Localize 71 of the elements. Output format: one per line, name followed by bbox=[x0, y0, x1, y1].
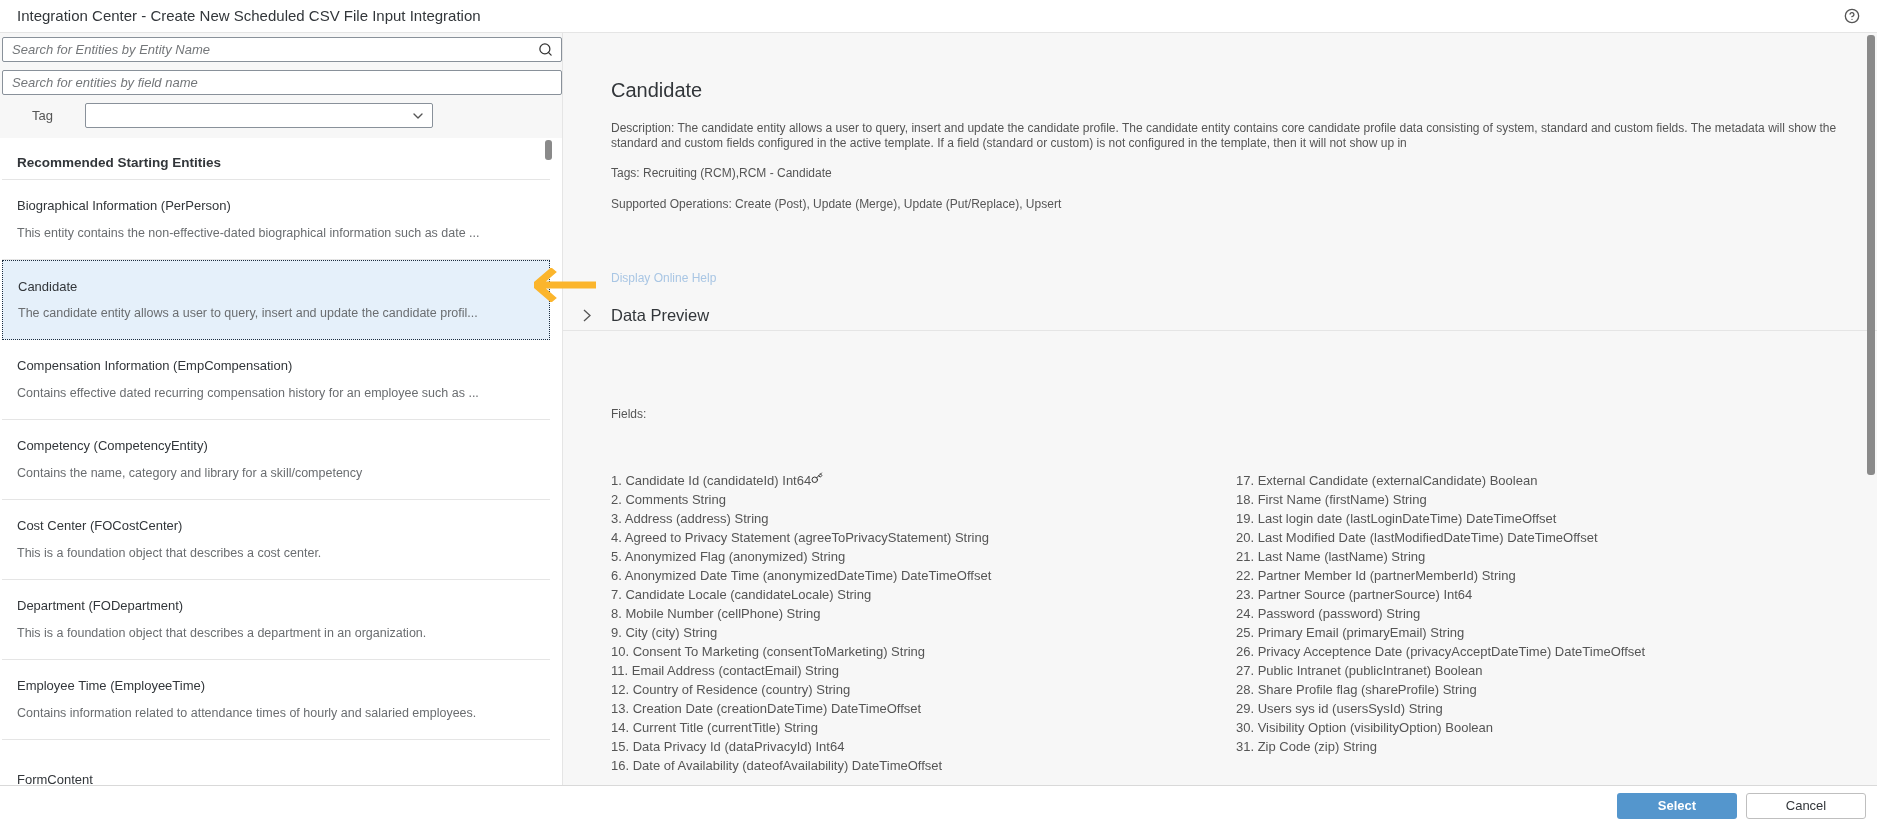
entity-list-item[interactable]: Cost Center (FOCostCenter) This is a foundation object that describes a cost center. bbox=[2, 500, 550, 580]
entity-name: Department (FODepartment) bbox=[17, 597, 185, 616]
field-entry: 18. First Name (firstName) String bbox=[1236, 490, 1427, 509]
field-entry: 6. Anonymized Date Time (anonymizedDateTime) DateTimeOffset bbox=[611, 566, 992, 585]
entity-description: This is a foundation object that describes a cost center. bbox=[17, 544, 323, 562]
entity-title: Candidate bbox=[611, 78, 704, 103]
entity-description: The candidate entity allows a user to query, insert and update the candidate profil... bbox=[18, 305, 479, 323]
field-entry: 9. City (city) String bbox=[611, 623, 718, 642]
field-entry: 14. Current Title (currentTitle) String bbox=[611, 718, 818, 737]
field-entry: 11. Email Address (contactEmail) String bbox=[611, 661, 840, 680]
field-entry: 1. Candidate Id (candidateId) Int64 bbox=[611, 471, 812, 490]
field-entry: 2. Comments String bbox=[611, 490, 726, 509]
entity-search-field[interactable]: Search for Entities by Entity Name bbox=[2, 37, 562, 62]
field-entry: 24. Password (password) String bbox=[1236, 604, 1421, 623]
entity-name: FormContent bbox=[17, 770, 94, 785]
field-entry: 27. Public Intranet (publicIntranet) Boolean bbox=[1236, 661, 1483, 680]
entity-description: Contains the name, category and library for a skill/competency bbox=[17, 464, 364, 482]
entity-list-item[interactable]: Competency (CompetencyEntity) Contains the name, category and library for a skill/competency bbox=[2, 420, 550, 500]
field-entry: 25. Primary Email (primaryEmail) String bbox=[1236, 623, 1465, 642]
entity-description: Contains effective dated recurring compensation history for an employee such as ... bbox=[17, 384, 480, 402]
field-entry: 13. Creation Date (creationDateTime) DateTimeOffset bbox=[611, 699, 922, 718]
scrollbar-thumb[interactable] bbox=[545, 140, 552, 160]
field-entry: 15. Data Privacy Id (dataPrivacyId) Int64 bbox=[611, 737, 845, 756]
fields-label: Fields: bbox=[611, 407, 647, 421]
field-entry: 22. Partner Member Id (partnerMemberId) String bbox=[1236, 566, 1516, 585]
field-entry: 31. Zip Code (zip) String bbox=[1236, 737, 1377, 756]
field-entry: 28. Share Profile flag (shareProfile) String bbox=[1236, 680, 1477, 699]
field-entry: 30. Visibility Option (visibilityOption) Boolean bbox=[1236, 718, 1493, 737]
field-search-field[interactable]: Search for entities by field name bbox=[2, 70, 562, 95]
entity-list-item[interactable]: Candidate The candidate entity allows a user to query, insert and update the candidate profil... bbox=[2, 260, 550, 340]
section-heading: Recommended Starting Entities bbox=[17, 153, 222, 172]
tag-dropdown[interactable] bbox=[85, 103, 433, 128]
entity-name: Biographical Information (PerPerson) bbox=[17, 197, 232, 216]
field-entry: 4. Agreed to Privacy Statement (agreeToPrivacyStatement) String bbox=[611, 528, 989, 547]
window-title: Integration Center - Create New Scheduled CSV File Input Integration bbox=[17, 5, 481, 26]
field-entry: 3. Address (address) String bbox=[611, 509, 769, 528]
field-entry: 19. Last login date (lastLoginDateTime) DateTimeOffset bbox=[1236, 509, 1557, 528]
entity-description: This entity contains the non-effective-dated biographical information such as date ... bbox=[17, 224, 481, 242]
supported-operations: Supported Operations: Create (Post), Update (Merge), Update (Put/Replace), Upsert bbox=[611, 196, 1063, 213]
entity-name: Competency (CompetencyEntity) bbox=[17, 437, 209, 456]
field-entry: 17. External Candidate (externalCandidate) Boolean bbox=[1236, 471, 1538, 490]
field-entry: 12. Country of Residence (country) String bbox=[611, 680, 851, 699]
entity-name: Compensation Information (EmpCompensation) bbox=[17, 357, 294, 376]
field-entry: 16. Date of Availability (dateofAvailability) DateTimeOffset bbox=[611, 756, 943, 775]
entity-list-item[interactable]: Compensation Information (EmpCompensation) Contains effective dated recurring compensation history for an employee such as ... bbox=[2, 340, 550, 420]
cancel-button[interactable]: Cancel bbox=[1746, 793, 1866, 819]
scrollbar-thumb[interactable] bbox=[1867, 35, 1875, 475]
entity-tags: Tags: Recruiting (RCM),RCM - Candidate bbox=[611, 164, 1837, 182]
field-entry: 23. Partner Source (partnerSource) Int64 bbox=[1236, 585, 1473, 604]
field-entry: 26. Privacy Acceptence Date (privacyAcceptDateTime) DateTimeOffset bbox=[1236, 642, 1646, 661]
search-icon[interactable] bbox=[538, 42, 553, 57]
field-entry: 7. Candidate Locale (candidateLocale) String bbox=[611, 585, 872, 604]
field-entry: 20. Last Modified Date (lastModifiedDateTime) DateTimeOffset bbox=[1236, 528, 1598, 547]
entity-list-item[interactable]: Employee Time (EmployeeTime) Contains information related to attendance times of hourly and salaried employees. bbox=[2, 660, 550, 740]
entity-name: Employee Time (EmployeeTime) bbox=[17, 677, 207, 696]
help-icon[interactable] bbox=[1844, 8, 1860, 24]
field-entry: 21. Last Name (lastName) String bbox=[1236, 547, 1426, 566]
field-entry: 29. Users sys id (usersSysId) String bbox=[1236, 699, 1443, 718]
entity-list-item[interactable]: Department (FODepartment) This is a foundation object that describes a department in an organization. bbox=[2, 580, 550, 660]
data-preview-toggle[interactable]: Data Preview bbox=[563, 302, 710, 329]
pointer-arrow-drawing bbox=[534, 268, 596, 302]
entity-description: This is a foundation object that describes a department in an organization. bbox=[17, 624, 428, 642]
field-entry: 5. Anonymized Flag (anonymized) String bbox=[611, 547, 846, 566]
chevron-right-icon bbox=[583, 309, 591, 322]
field-entry: 8. Mobile Number (cellPhone) String bbox=[611, 604, 821, 623]
entity-name: Candidate bbox=[18, 277, 79, 296]
tag-label: Tag bbox=[31, 106, 54, 125]
entity-description: Contains information related to attendance times of hourly and salaried employees. bbox=[17, 704, 478, 722]
field-entry: 10. Consent To Marketing (consentToMarketing) String bbox=[611, 642, 926, 661]
entity-description-text: Description: The candidate entity allows a user to query, insert and update the candidate profile. The candidate entity contains core candidate profile data consisting of system, standard and custom fields. The metadata will show the standard and custom fields configured in the active template. If a field (standard or custom) is not configured in the template, then it will not show up in bbox=[611, 121, 1837, 151]
entity-name: Cost Center (FOCostCenter) bbox=[17, 517, 184, 536]
